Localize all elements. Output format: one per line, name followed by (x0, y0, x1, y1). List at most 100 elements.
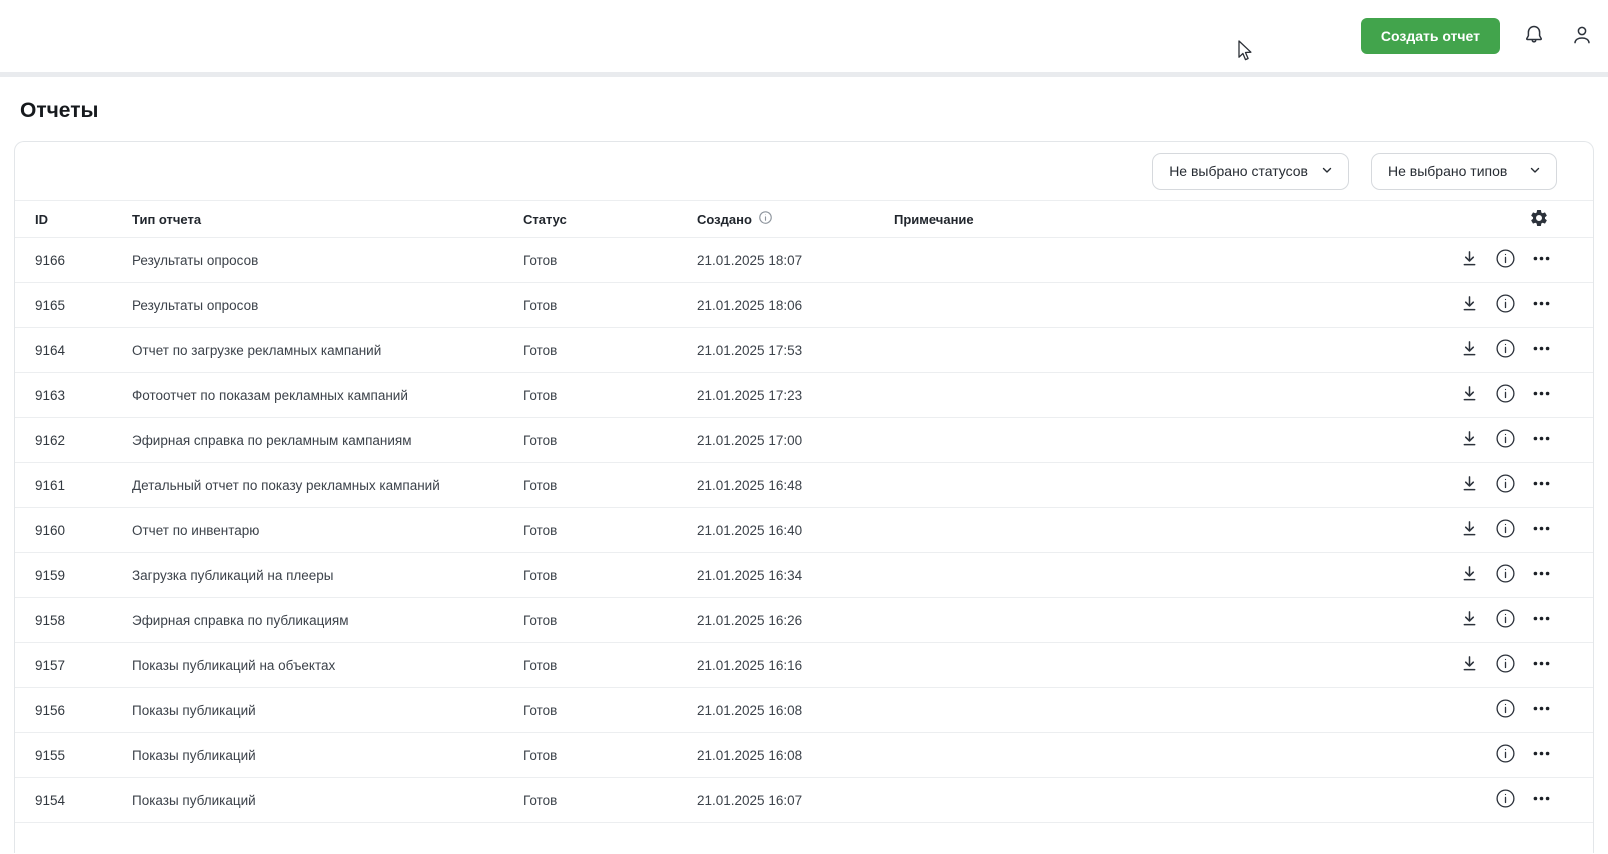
ellipsis-icon (1532, 564, 1551, 586)
cell-id: 9162 (35, 432, 66, 448)
cell-type: Показы публикаций на объектах (132, 657, 336, 673)
download-button[interactable] (1458, 652, 1481, 678)
download-icon (1460, 564, 1479, 586)
info-button[interactable] (1493, 291, 1518, 319)
topbar: Создать отчет (0, 0, 1608, 72)
download-icon (1460, 519, 1479, 541)
download-button[interactable] (1458, 562, 1481, 588)
info-button[interactable] (1493, 471, 1518, 499)
column-header-status: Статус (523, 211, 567, 227)
create-report-button[interactable]: Создать отчет (1360, 18, 1500, 54)
more-actions-button[interactable] (1530, 382, 1553, 408)
info-icon (1495, 788, 1516, 812)
cell-status: Готов (523, 792, 558, 808)
reports-card: Не выбрано статусов Не выбрано типов ID … (14, 141, 1594, 853)
table-row: 9158 Эфирная справка по публикациям Гото… (15, 598, 1593, 643)
info-button[interactable] (1493, 741, 1518, 769)
cell-created: 21.01.2025 16:48 (697, 477, 803, 493)
info-icon (1495, 383, 1516, 407)
download-button[interactable] (1458, 607, 1481, 633)
download-button[interactable] (1458, 427, 1481, 453)
ellipsis-icon (1532, 789, 1551, 811)
more-actions-button[interactable] (1530, 427, 1553, 453)
download-button[interactable] (1458, 247, 1481, 273)
info-icon (1495, 743, 1516, 767)
cell-type: Детальный отчет по показу рекламных камп… (132, 477, 440, 493)
info-icon (1495, 653, 1516, 677)
more-actions-button[interactable] (1530, 517, 1553, 543)
info-icon (1495, 428, 1516, 452)
cell-status: Готов (523, 702, 558, 718)
ellipsis-icon (1532, 249, 1551, 271)
download-button[interactable] (1458, 337, 1481, 363)
more-actions-button[interactable] (1530, 337, 1553, 363)
download-button[interactable] (1458, 382, 1481, 408)
info-button[interactable] (1493, 336, 1518, 364)
info-icon (1495, 293, 1516, 317)
ellipsis-icon (1532, 474, 1551, 496)
info-button[interactable] (1493, 696, 1518, 724)
info-icon (1495, 608, 1516, 632)
info-button[interactable] (1493, 381, 1518, 409)
more-actions-button[interactable] (1530, 607, 1553, 633)
cell-created: 21.01.2025 16:07 (697, 792, 803, 808)
cell-id: 9159 (35, 567, 66, 583)
info-button[interactable] (1493, 516, 1518, 544)
cell-id: 9157 (35, 657, 66, 673)
gear-icon (1529, 208, 1549, 231)
cell-created: 21.01.2025 16:26 (697, 612, 803, 628)
info-button[interactable] (1493, 426, 1518, 454)
table-body: 9166 Результаты опросов Готов 21.01.2025… (15, 238, 1593, 823)
more-actions-button[interactable] (1530, 247, 1553, 273)
info-icon[interactable] (758, 210, 773, 228)
page-title: Отчеты (20, 99, 99, 122)
cell-type: Отчет по загрузке рекламных кампаний (132, 342, 382, 358)
cell-id: 9158 (35, 612, 66, 628)
ellipsis-icon (1532, 519, 1551, 541)
cell-status: Готов (523, 522, 558, 538)
cell-status: Готов (523, 477, 558, 493)
more-actions-button[interactable] (1530, 697, 1553, 723)
more-actions-button[interactable] (1530, 472, 1553, 498)
ellipsis-icon (1532, 744, 1551, 766)
info-button[interactable] (1493, 786, 1518, 814)
notifications-button[interactable] (1520, 21, 1548, 52)
cell-status: Готов (523, 387, 558, 403)
cell-created: 21.01.2025 18:07 (697, 252, 803, 268)
download-icon (1460, 294, 1479, 316)
ellipsis-icon (1532, 339, 1551, 361)
cell-id: 9156 (35, 702, 66, 718)
cell-created: 21.01.2025 17:23 (697, 387, 803, 403)
ellipsis-icon (1532, 654, 1551, 676)
more-actions-button[interactable] (1530, 742, 1553, 768)
status-filter-dropdown[interactable]: Не выбрано статусов (1152, 152, 1349, 190)
type-filter-dropdown[interactable]: Не выбрано типов (1371, 152, 1557, 190)
info-button[interactable] (1493, 246, 1518, 274)
table-settings-button[interactable] (1527, 206, 1551, 233)
download-button[interactable] (1458, 517, 1481, 543)
ellipsis-icon (1532, 294, 1551, 316)
info-button[interactable] (1493, 651, 1518, 679)
more-actions-button[interactable] (1530, 652, 1553, 678)
more-actions-button[interactable] (1530, 292, 1553, 318)
info-button[interactable] (1493, 606, 1518, 634)
ellipsis-icon (1532, 609, 1551, 631)
cell-id: 9164 (35, 342, 66, 358)
info-button[interactable] (1493, 561, 1518, 589)
cell-id: 9160 (35, 522, 66, 538)
more-actions-button[interactable] (1530, 562, 1553, 588)
more-actions-button[interactable] (1530, 787, 1553, 813)
download-icon (1460, 654, 1479, 676)
cell-id: 9166 (35, 252, 66, 268)
cell-type: Показы публикаций (132, 747, 256, 763)
download-icon (1460, 429, 1479, 451)
download-icon (1460, 609, 1479, 631)
info-icon (1495, 338, 1516, 362)
user-menu-button[interactable] (1568, 21, 1596, 52)
column-header-type: Тип отчета (132, 211, 202, 227)
ellipsis-icon (1532, 699, 1551, 721)
download-button[interactable] (1458, 472, 1481, 498)
download-button[interactable] (1458, 292, 1481, 318)
cell-id: 9155 (35, 747, 66, 763)
cell-type: Фотоотчет по показам рекламных кампаний (132, 387, 408, 403)
